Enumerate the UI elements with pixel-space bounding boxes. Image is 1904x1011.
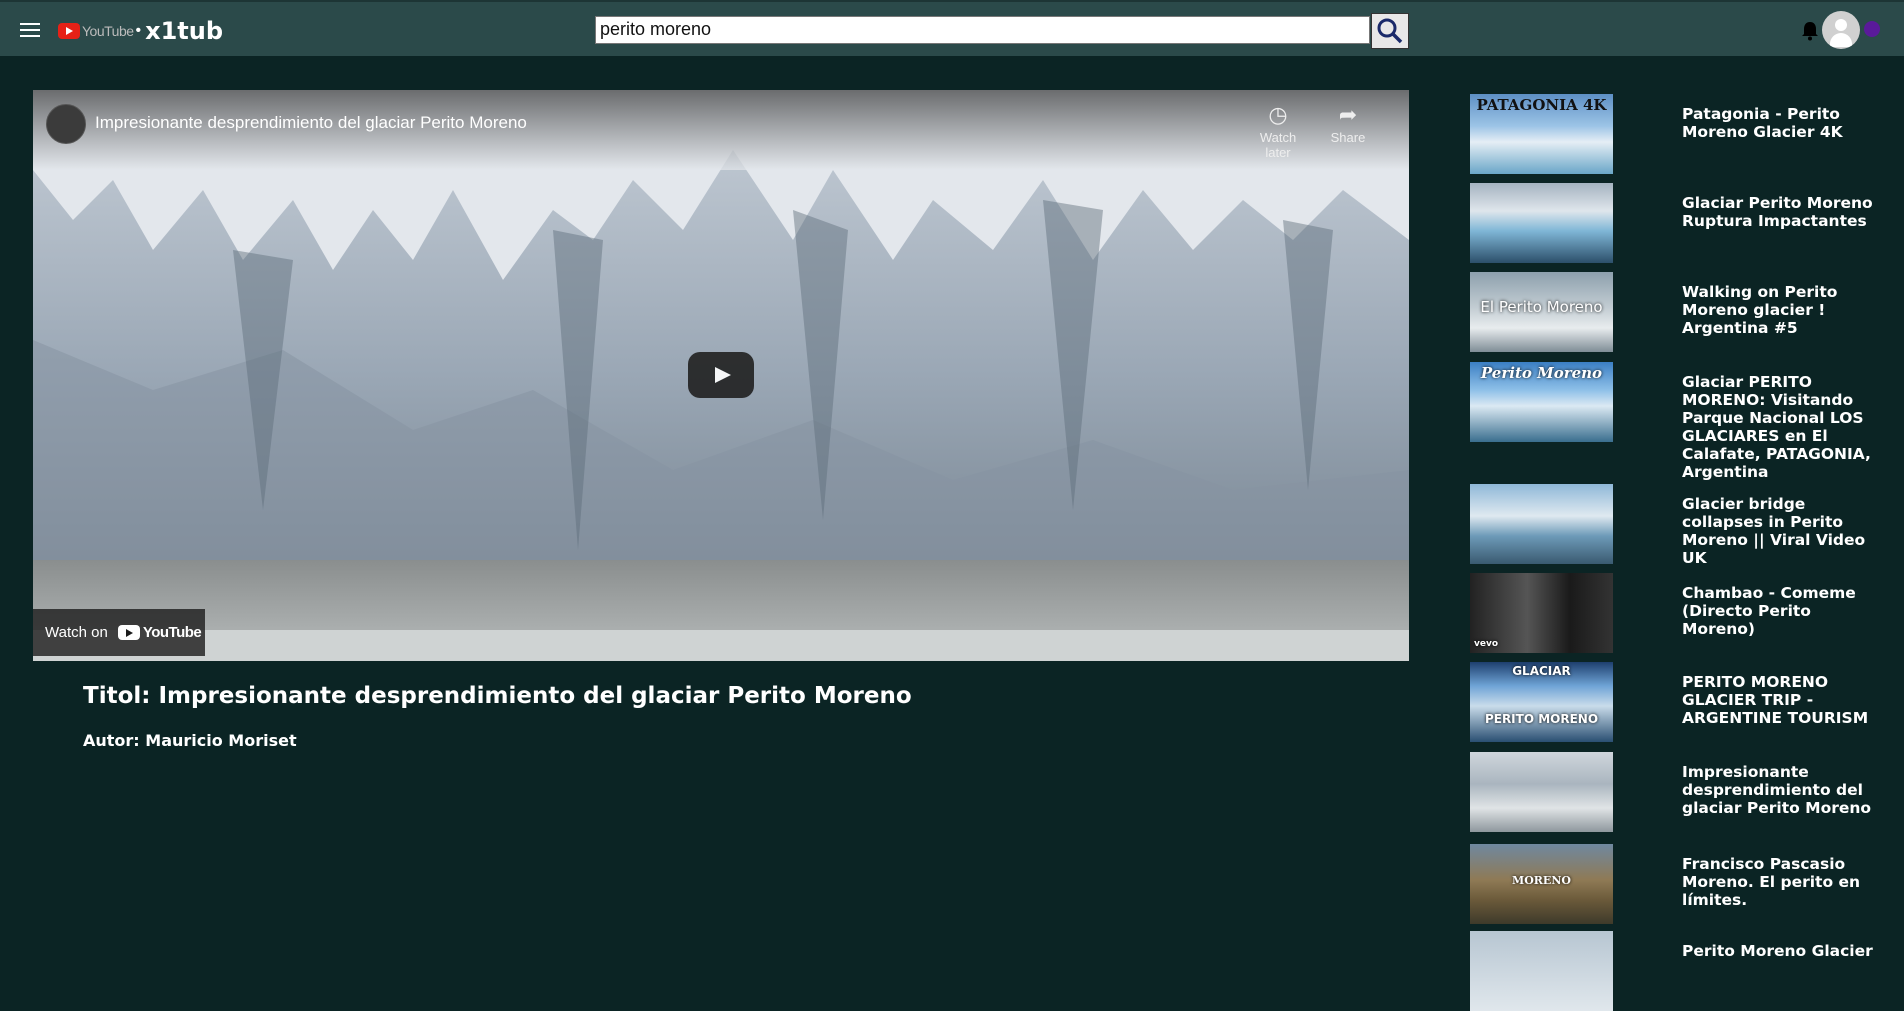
related-thumbnail[interactable] — [1470, 183, 1613, 263]
related-thumbnail[interactable]: PATAGONIA 4K — [1470, 94, 1613, 174]
thumbnail-text-2: PERITO MORENO — [1484, 712, 1599, 726]
youtube-mini-logo-icon — [117, 625, 140, 640]
search-button[interactable] — [1371, 13, 1409, 49]
related-video-title: Chambao - Comeme (Directo Perito Moreno) — [1682, 584, 1856, 638]
related-thumbnail[interactable]: MORENO — [1470, 844, 1613, 924]
related-thumbnail[interactable]: El Perito Moreno — [1470, 272, 1613, 352]
avatar-body — [1830, 33, 1852, 47]
related-video-title: PERITO MORENO GLACIER TRIP - ARGENTINE T… — [1682, 673, 1869, 727]
related-video-title: Patagonia - Perito Moreno Glacier 4K — [1682, 105, 1843, 141]
hamburger-menu-icon[interactable] — [18, 20, 42, 40]
clock-icon: ◷ — [1268, 102, 1288, 127]
notification-bell-icon[interactable] — [1801, 21, 1819, 41]
thumbnail-text: MORENO — [1512, 874, 1571, 887]
related-video-title: Glaciar Perito Moreno Ruptura Impactante… — [1682, 194, 1873, 230]
thumbnail-text: vevo — [1474, 639, 1499, 649]
related-thumbnail[interactable] — [1470, 752, 1613, 832]
logo-word: YouTube — [82, 23, 134, 39]
related-video-title: Glacier bridge collapses in Perito Moren… — [1682, 495, 1866, 567]
related-video-title: Perito Moreno Glacier — [1682, 942, 1873, 960]
thumbnail-text: PATAGONIA 4K — [1476, 96, 1607, 114]
related-thumbnail[interactable]: vevo — [1470, 573, 1613, 653]
related-thumbnail[interactable]: GLACIAR PERITO MORENO — [1470, 662, 1613, 742]
status-indicator — [1864, 21, 1880, 37]
search-input[interactable]: perito moreno — [595, 16, 1370, 44]
user-avatar[interactable] — [1822, 11, 1860, 49]
related-video-title: Impresionante desprendimiento del glacia… — [1682, 763, 1872, 817]
video-info-author: Autor: Mauricio Moriset — [83, 731, 297, 750]
video-info-title: Titol: Impresionante desprendimiento del… — [83, 683, 912, 709]
related-video-title: Walking on Perito Moreno glacier ! Argen… — [1682, 283, 1838, 337]
related-video-title: Glaciar PERITO MORENO: Visitando Parque … — [1682, 373, 1871, 481]
thumbnail-text: El Perito Moreno — [1480, 298, 1603, 316]
top-bar: YouTube • x1tub perito moreno — [0, 0, 1904, 56]
video-player[interactable]: Impresionante desprendimiento del glacia… — [33, 90, 1409, 661]
watch-on-label: Watch on — [45, 624, 108, 641]
watch-on-youtube-button[interactable]: Watch on YouTube — [33, 609, 205, 656]
play-button[interactable] — [688, 352, 754, 398]
watch-on-brand: YouTube — [142, 624, 202, 641]
search-icon — [1377, 18, 1403, 44]
logo[interactable]: YouTube • x1tub — [58, 17, 224, 45]
share-label: Share — [1330, 130, 1366, 145]
related-thumbnail[interactable] — [1470, 484, 1613, 564]
avatar-head — [1835, 19, 1847, 31]
watch-later-label: Watch later — [1259, 130, 1297, 160]
share-arrow-icon: ➦ — [1338, 102, 1358, 127]
channel-avatar[interactable] — [46, 104, 86, 144]
related-video-title: Francisco Pascasio Moreno. El perito en … — [1682, 855, 1861, 909]
youtube-logo-icon — [58, 23, 80, 39]
thumbnail-text: GLACIAR — [1512, 664, 1571, 678]
logo-separator: • — [135, 22, 142, 39]
related-thumbnail[interactable] — [1470, 931, 1613, 1011]
share-button[interactable]: ➦ Share — [1318, 102, 1378, 145]
video-title[interactable]: Impresionante desprendimiento del glacia… — [95, 113, 527, 133]
brand-name: x1tub — [145, 17, 224, 45]
related-thumbnail[interactable]: Perito Moreno — [1470, 362, 1613, 442]
thumbnail-text: Perito Moreno — [1480, 364, 1603, 382]
watch-later-button[interactable]: ◷ Watch later — [1248, 102, 1308, 160]
